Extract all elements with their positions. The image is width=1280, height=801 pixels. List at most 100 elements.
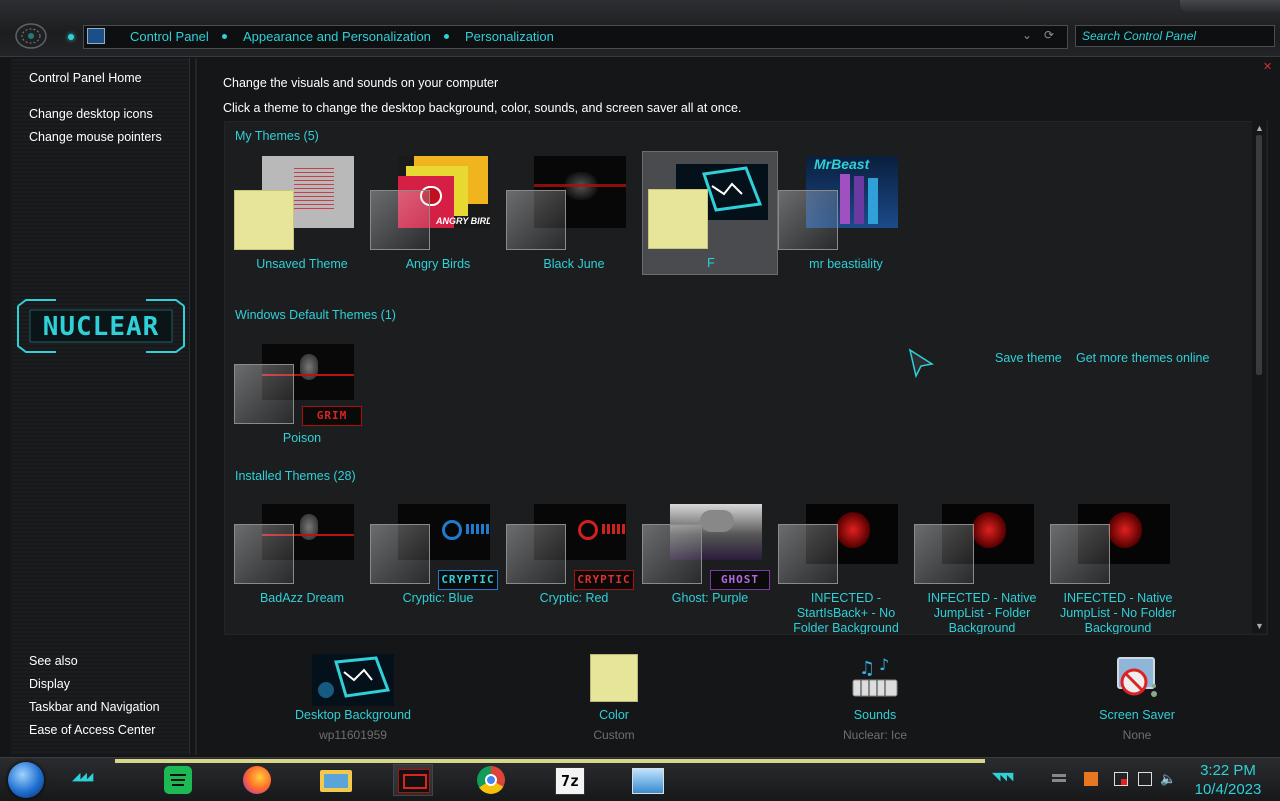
color-swatch-icon xyxy=(506,190,566,250)
color-swatch-icon xyxy=(370,524,430,584)
breadcrumb-appearance[interactable]: Appearance and Personalization xyxy=(243,29,431,44)
taskbar-decor-icon: ◢◢◢ xyxy=(72,771,93,783)
gallery-scrollbar[interactable]: ▲ ▼ xyxy=(1252,121,1266,633)
theme-poison[interactable]: GRIM Poison xyxy=(234,340,370,464)
save-theme-link[interactable]: Save theme xyxy=(995,351,1062,365)
taskbar-navigation-link[interactable]: Taskbar and Navigation xyxy=(29,700,160,714)
address-toolbar: Control Panel Appearance and Personaliza… xyxy=(0,0,1280,57)
theme-label: Black June xyxy=(543,257,605,271)
theme-label: INFECTED - StartIsBack+ - No Folder Back… xyxy=(793,591,899,635)
breadcrumb-personalization[interactable]: Personalization xyxy=(465,29,554,44)
color-swatch-icon xyxy=(506,524,566,584)
theme-infected-startisback[interactable]: INFECTED - StartIsBack+ - No Folder Back… xyxy=(778,500,914,634)
breadcrumb-separator-icon xyxy=(444,34,449,39)
setting-value: wp11601959 xyxy=(319,728,387,742)
theme-badazz-dream[interactable]: BadAzz Dream xyxy=(234,500,370,624)
firefox-icon[interactable] xyxy=(238,764,278,796)
tray-chevron-icon[interactable] xyxy=(1052,772,1066,786)
theme-cryptic-red[interactable]: CRYPTIC Cryptic: Red xyxy=(506,500,642,624)
get-more-themes-link[interactable]: Get more themes online xyxy=(1076,351,1209,365)
screen-saver-icon xyxy=(1117,657,1157,697)
screen-saver-setting[interactable]: Screen Saver None xyxy=(1062,650,1212,750)
theme-label: BadAzz Dream xyxy=(259,591,345,605)
taskbar: ◢◢◢ 7z ◥◥◥ 🔈 3:22 PM 10/4/2023 xyxy=(0,757,1280,801)
scroll-up-icon[interactable]: ▲ xyxy=(1255,123,1264,133)
image-viewer-icon[interactable] xyxy=(628,764,668,796)
theme-label: Unsaved Theme xyxy=(256,257,348,271)
scroll-down-icon[interactable]: ▼ xyxy=(1255,621,1264,631)
change-mouse-pointers-link[interactable]: Change mouse pointers xyxy=(29,130,162,144)
theme-ghost-purple[interactable]: GHOST Ghost: Purple xyxy=(642,500,778,624)
scroll-thumb[interactable] xyxy=(1256,135,1262,375)
theme-label: INFECTED - Native JumpList - No Folder B… xyxy=(1059,591,1176,635)
refresh-icon[interactable]: ⟳ xyxy=(1044,28,1054,42)
setting-title: Sounds xyxy=(853,708,897,722)
color-swatch-icon xyxy=(590,654,638,702)
theme-cryptic-blue[interactable]: CRYPTIC Cryptic: Blue xyxy=(370,500,506,624)
address-bar[interactable]: Control Panel Appearance and Personaliza… xyxy=(83,25,1068,49)
color-swatch-icon xyxy=(914,524,974,584)
clock-time: 3:22 PM xyxy=(1200,762,1256,779)
tray-app-icon[interactable] xyxy=(1084,772,1098,786)
setting-value: Nuclear: Ice xyxy=(842,728,908,742)
theme-label: Angry Birds xyxy=(405,257,471,271)
thumbnail-text: GHOST xyxy=(710,570,770,590)
file-explorer-icon[interactable] xyxy=(316,764,356,796)
taskbar-clock[interactable]: 3:22 PM 10/4/2023 xyxy=(1188,761,1268,799)
theme-unsaved[interactable]: Unsaved Theme xyxy=(234,152,370,276)
color-setting[interactable]: Color Custom xyxy=(539,650,689,750)
theme-label: F xyxy=(707,256,715,270)
theme-angry-birds[interactable]: ANGRY BIRDS Angry Birds xyxy=(370,152,506,276)
theme-f[interactable]: F xyxy=(642,151,778,275)
breadcrumb-control-panel[interactable]: Control Panel xyxy=(130,29,209,44)
chevron-down-icon[interactable]: ⌄ xyxy=(1022,28,1032,42)
theme-infected-jumplist-folder[interactable]: INFECTED - Native JumpList - Folder Back… xyxy=(914,500,1050,634)
color-swatch-icon xyxy=(234,190,294,250)
start-orb-icon[interactable] xyxy=(8,762,44,798)
color-swatch-icon xyxy=(642,524,702,584)
svg-text:NUCLEAR: NUCLEAR xyxy=(43,312,160,342)
desktop-background-setting[interactable]: Desktop Background wp11601959 xyxy=(278,650,428,750)
page-subtitle: Click a theme to change the desktop back… xyxy=(223,101,742,115)
default-themes-heading: Windows Default Themes (1) xyxy=(235,308,396,322)
action-center-icon[interactable] xyxy=(1114,772,1128,786)
theme-label: Cryptic: Red xyxy=(539,591,609,605)
chrome-icon[interactable] xyxy=(472,764,512,796)
volume-icon[interactable]: 🔈 xyxy=(1160,772,1176,786)
color-swatch-icon xyxy=(778,524,838,584)
search-input[interactable] xyxy=(1076,26,1274,46)
taskbar-accent-band xyxy=(115,759,985,763)
svg-text:♫: ♫ xyxy=(859,658,875,679)
svg-text:♪: ♪ xyxy=(879,655,889,674)
control-panel-home-link[interactable]: Control Panel Home xyxy=(29,71,142,85)
personalization-icon[interactable] xyxy=(393,764,433,796)
theme-black-june[interactable]: Black June xyxy=(506,152,642,276)
control-panel-icon xyxy=(87,28,105,44)
sounds-setting[interactable]: ♫ ♪ Sounds Nuclear: Ice xyxy=(800,650,950,750)
page-title: Change the visuals and sounds on your co… xyxy=(223,76,499,90)
7zip-icon[interactable]: 7z xyxy=(550,764,590,796)
network-icon[interactable] xyxy=(1138,772,1152,786)
setting-title: Desktop Background xyxy=(294,708,412,722)
thumbnail-text: CRYPTIC xyxy=(438,570,498,590)
thumbnail-text: CRYPTIC xyxy=(574,570,634,590)
ease-of-access-link[interactable]: Ease of Access Center xyxy=(29,723,155,737)
see-also-heading: See also xyxy=(29,654,78,668)
theme-label: mr beastiality xyxy=(809,257,883,271)
change-desktop-icons-link[interactable]: Change desktop icons xyxy=(29,107,153,121)
spotify-icon[interactable] xyxy=(159,764,199,796)
color-swatch-icon xyxy=(234,364,294,424)
theme-gallery[interactable]: My Themes (5) Unsaved Theme ANGRY BIRDS … xyxy=(224,121,1268,635)
window-close-icon[interactable]: ✕ xyxy=(1263,60,1272,73)
back-orb-icon[interactable] xyxy=(14,21,48,51)
setting-title: Screen Saver xyxy=(1099,708,1175,722)
theme-infected-jumplist-no-folder[interactable]: INFECTED - Native JumpList - No Folder B… xyxy=(1050,500,1186,634)
personalization-content: Change the visuals and sounds on your co… xyxy=(199,58,1280,755)
theme-label: Poison xyxy=(282,431,322,445)
theme-mr-beastiality[interactable]: MrBeast mr beastiality xyxy=(778,152,914,276)
search-box[interactable] xyxy=(1075,25,1275,47)
color-swatch-icon xyxy=(234,524,294,584)
color-swatch-icon xyxy=(778,190,838,250)
installed-themes-heading: Installed Themes (28) xyxy=(235,469,356,483)
display-link[interactable]: Display xyxy=(29,677,70,691)
